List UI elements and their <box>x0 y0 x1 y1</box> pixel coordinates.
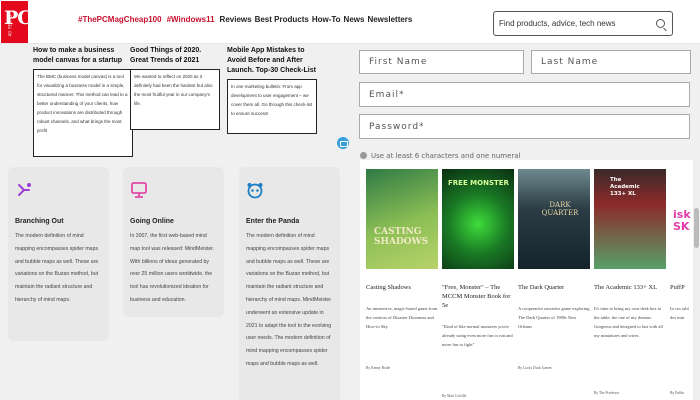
game-author: By Lucky Duck Games <box>518 366 552 370</box>
feature-title: Enter the Panda <box>246 218 300 225</box>
game-title[interactable]: "Free, Monster" – The MCCM Monster Book … <box>442 283 514 310</box>
first-name-field[interactable] <box>359 50 524 74</box>
game-title[interactable]: Casting Shadows <box>366 283 438 292</box>
game-card[interactable]: The Academic 133+ XL The Academic 133+ X… <box>594 169 666 395</box>
article-title[interactable]: Mobile App Mistakes to Avoid Before and … <box>227 46 317 76</box>
main-nav: #ThePCMagCheap100 #Windows11 Reviews Bes… <box>78 15 415 24</box>
game-author: By Matt Colville <box>442 394 467 398</box>
article-card[interactable]: How to make a business model canvas for … <box>33 46 133 157</box>
nav-link-how-to[interactable]: How-To <box>312 15 341 24</box>
site-header: 40 YEARS PC #ThePCMagCheap100 #Windows11… <box>0 0 700 44</box>
feature-description: In 2007, the first web-based mind map to… <box>130 233 215 303</box>
monitor-icon <box>131 182 147 198</box>
password-field[interactable] <box>359 114 690 139</box>
game-description: In cos tabl des min <box>670 306 689 320</box>
branch-icon <box>18 183 31 196</box>
pcmag-logo[interactable]: 40 YEARS PC <box>1 1 32 43</box>
game-author: By Kenny Bodie <box>366 366 391 370</box>
feature-card: Going Online In 2007, the first web-base… <box>123 167 224 317</box>
feature-description: The modern definition of mind mapping en… <box>15 233 99 303</box>
chat-icon[interactable] <box>337 137 349 149</box>
feature-title: Branching Out <box>15 218 64 225</box>
game-cover-text: DARK QUARTER <box>541 201 579 217</box>
feature-card: Branching Out The modern definition of m… <box>8 167 109 341</box>
game-title[interactable]: The Dark Quarter <box>518 283 590 292</box>
scrollbar-track[interactable] <box>693 160 700 400</box>
game-title[interactable]: The Academic 133+ XL <box>594 283 666 292</box>
search-icon[interactable] <box>656 19 665 28</box>
game-cover-text: The Academic 133+ XL <box>610 177 640 197</box>
nav-link-reviews[interactable]: Reviews <box>220 15 252 24</box>
feature-description: The modern definition of mind mapping en… <box>246 233 332 367</box>
password-hint-text: Use at least 6 characters and one numera… <box>371 152 521 160</box>
password-hint: Use at least 6 characters and one numera… <box>360 152 521 160</box>
nav-link-best-products[interactable]: Best Products <box>255 15 309 24</box>
nav-link-windows11[interactable]: #Windows11 <box>167 15 215 24</box>
page: 40 YEARS PC #ThePCMagCheap100 #Windows11… <box>0 0 700 400</box>
search-input[interactable] <box>494 12 649 35</box>
game-card[interactable]: FREE MONSTER "Free, Monster" – The MCCM … <box>442 169 514 398</box>
article-title[interactable]: Good Things of 2020. Great Trends of 202… <box>130 46 220 66</box>
panda-icon <box>247 183 263 199</box>
game-author: By Puffin <box>670 391 685 395</box>
game-description: A cooperative narrative game exploring T… <box>518 306 590 329</box>
game-description: It's time to bring my own desk box to th… <box>594 306 663 338</box>
game-description: An immersive, magic-based game from the … <box>366 306 438 329</box>
feature-card: Enter the Panda The modern definition of… <box>239 167 340 400</box>
game-thumbnail[interactable]: DARK QUARTER <box>518 169 590 269</box>
game-thumbnail[interactable]: The Academic 133+ XL <box>594 169 666 269</box>
nav-link-news[interactable]: News <box>344 15 365 24</box>
search-box <box>493 11 673 36</box>
logo-text: PC <box>4 7 32 29</box>
article-card[interactable]: Mobile App Mistakes to Avoid Before and … <box>227 46 317 134</box>
game-thumbnail[interactable]: CASTING SHADOWS <box>366 169 438 269</box>
game-cover-text: CASTING SHADOWS <box>374 227 429 247</box>
email-field[interactable] <box>359 82 690 107</box>
game-listing: CASTING SHADOWS Casting Shadows An immer… <box>360 160 700 400</box>
article-excerpt: In one marketing bulletin: From app deve… <box>227 79 317 134</box>
feature-title: Going Online <box>130 218 174 225</box>
article-card[interactable]: Good Things of 2020. Great Trends of 202… <box>130 46 220 130</box>
info-icon <box>360 152 367 159</box>
game-card[interactable]: CASTING SHADOWS Casting Shadows An immer… <box>366 169 438 370</box>
scrollbar-thumb[interactable] <box>694 208 699 248</box>
game-author: By The Professor <box>594 391 620 395</box>
article-title[interactable]: How to make a business model canvas for … <box>33 46 133 66</box>
game-description: "Kind of like normal monsters you're alr… <box>442 324 513 347</box>
game-cover-text: FREE MONSTER <box>448 179 509 187</box>
article-excerpt: The BMC (business model canvas) is a too… <box>33 69 133 157</box>
article-excerpt: We wanted to reflect on 2020 as it defin… <box>130 69 220 130</box>
game-thumbnail[interactable]: FREE MONSTER <box>442 169 514 269</box>
nav-link-newsletters[interactable]: Newsletters <box>367 15 412 24</box>
game-card[interactable]: DARK QUARTER The Dark Quarter A cooperat… <box>518 169 590 370</box>
nav-link-cheap100[interactable]: #ThePCMagCheap100 <box>78 15 162 24</box>
last-name-field[interactable] <box>531 50 691 74</box>
